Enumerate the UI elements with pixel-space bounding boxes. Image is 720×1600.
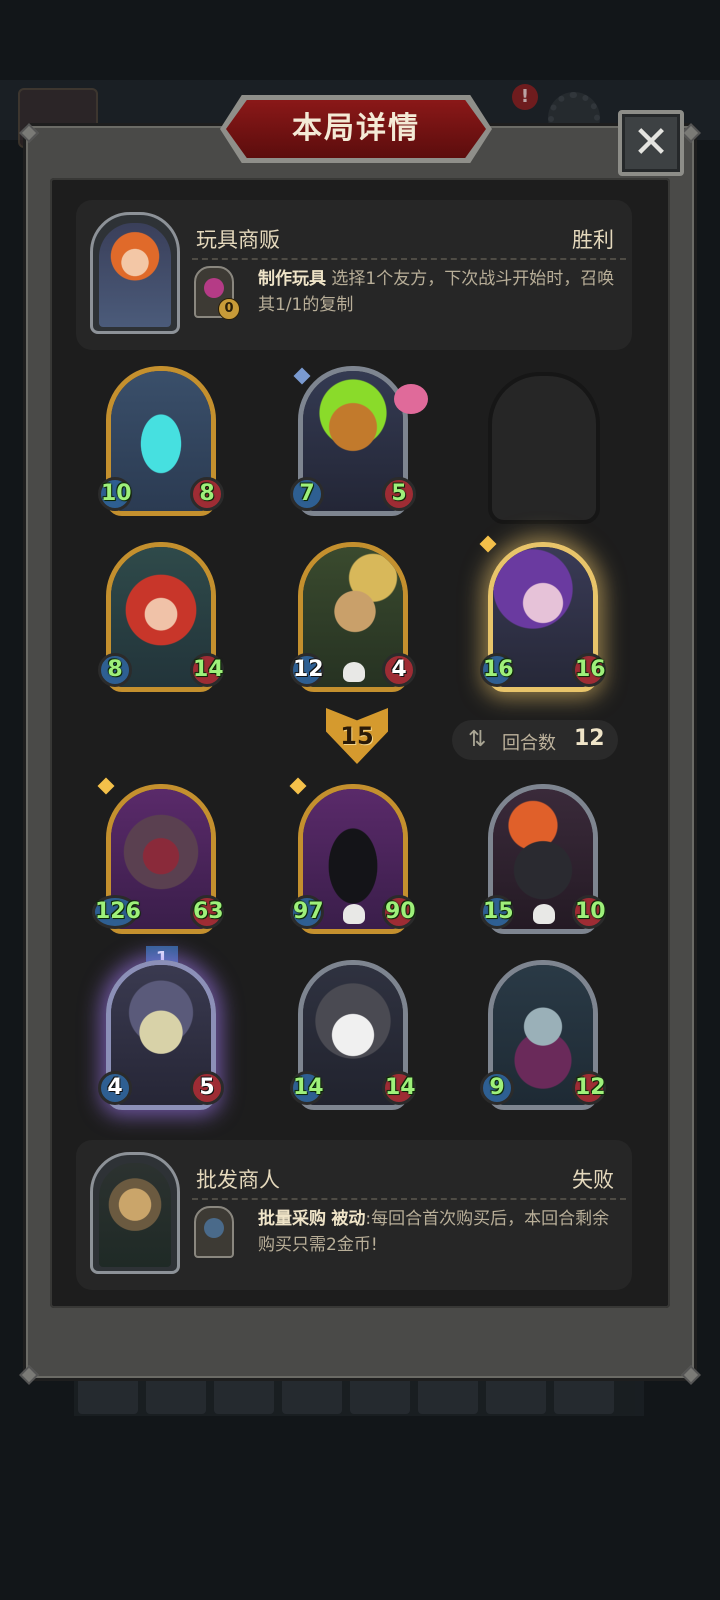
unit-attack: 4: [98, 1071, 132, 1105]
unit-card[interactable]: 97 90: [289, 777, 416, 934]
unit-card[interactable]: 4 5: [98, 960, 224, 1110]
skull-icon: [343, 904, 365, 924]
opponent-skill-type: 被动: [331, 1209, 366, 1229]
opponent-result: 失败: [572, 1168, 614, 1192]
close-button[interactable]: ✕: [618, 110, 684, 176]
player-avatar: [90, 212, 180, 334]
wholesaler-portrait: [99, 1163, 171, 1267]
unit-health: 63: [190, 895, 224, 929]
modal-title: 本局详情: [292, 111, 420, 146]
unit-card[interactable]: 14 14: [290, 960, 416, 1110]
damage-indicator: 15: [326, 708, 388, 764]
unit-card[interactable]: 7 5: [290, 366, 428, 516]
unit-health: 90: [382, 895, 416, 929]
unit-card[interactable]: 12 4: [290, 542, 416, 692]
unit-health: 5: [382, 477, 416, 511]
turn-label: 回合数: [502, 733, 556, 754]
bulk-purchase-skill-icon: [194, 1206, 234, 1258]
player-result: 胜利: [572, 228, 614, 252]
player-skill-text: 制作玩具 选择1个友方，下次战斗开始时，召唤其1/1的复制: [258, 266, 618, 318]
close-icon: ✕: [632, 117, 670, 168]
turn-value: 12: [574, 726, 605, 751]
unit-card[interactable]: 9 12: [480, 960, 606, 1110]
unit-attack: 9: [480, 1071, 514, 1105]
unit-health: 5: [190, 1071, 224, 1105]
unit-attack: 16: [480, 653, 514, 687]
unit-health: 10: [572, 895, 606, 929]
unit-health: 4: [382, 653, 416, 687]
unit-attack: 10: [98, 477, 132, 511]
unit-attack: 8: [98, 653, 132, 687]
unit-card[interactable]: 16 16: [479, 535, 606, 692]
empty-unit-slot[interactable]: [488, 372, 600, 524]
divider: [192, 258, 626, 260]
unit-attack: 12: [290, 653, 324, 687]
charm-icon: [394, 384, 428, 414]
skull-icon: [533, 904, 555, 924]
opponent-name: 批发商人: [196, 1168, 280, 1192]
divider: [192, 1198, 626, 1200]
opponent-avatar: [90, 1152, 180, 1274]
alert-icon: !: [512, 84, 538, 110]
unit-card[interactable]: 126 63: [92, 777, 224, 934]
skull-icon: [343, 662, 365, 682]
skill-charge-badge: 0: [218, 298, 240, 320]
unit-health: 14: [190, 653, 224, 687]
unit-card[interactable]: 15 10: [480, 784, 606, 934]
unit-attack: 97: [290, 895, 324, 929]
unit-attack: 15: [480, 895, 514, 929]
player-skill-name: 制作玩具: [258, 269, 326, 289]
unit-attack: 126: [92, 895, 141, 929]
opponent-skill-text: 批量采购 被动:每回合首次购买后，本回合剩余购买只需2金币!: [258, 1206, 618, 1258]
unit-health: 14: [382, 1071, 416, 1105]
unit-health: 12: [572, 1071, 606, 1105]
player-name: 玩具商贩: [196, 228, 280, 252]
turn-counter: ⇅ 回合数 12: [452, 720, 618, 760]
unit-health: 8: [190, 477, 224, 511]
opponent-skill-name: 批量采购: [258, 1209, 326, 1229]
player-panel: 玩具商贩 胜利 0 制作玩具 选择1个友方，下次战斗开始时，召唤其1/1的复制: [76, 200, 632, 350]
unit-attack: 14: [290, 1071, 324, 1105]
unit-card[interactable]: 10 8: [98, 366, 224, 516]
unit-attack: 7: [290, 477, 324, 511]
damage-value: 15: [340, 722, 374, 750]
turn-cycle-icon: ⇅: [468, 727, 487, 752]
unit-health: 16: [572, 653, 606, 687]
unit-card[interactable]: 8 14: [98, 542, 224, 692]
opponent-panel: 批发商人 失败 批量采购 被动:每回合首次购买后，本回合剩余购买只需2金币!: [76, 1140, 632, 1290]
toy-merchant-portrait: [99, 223, 171, 327]
